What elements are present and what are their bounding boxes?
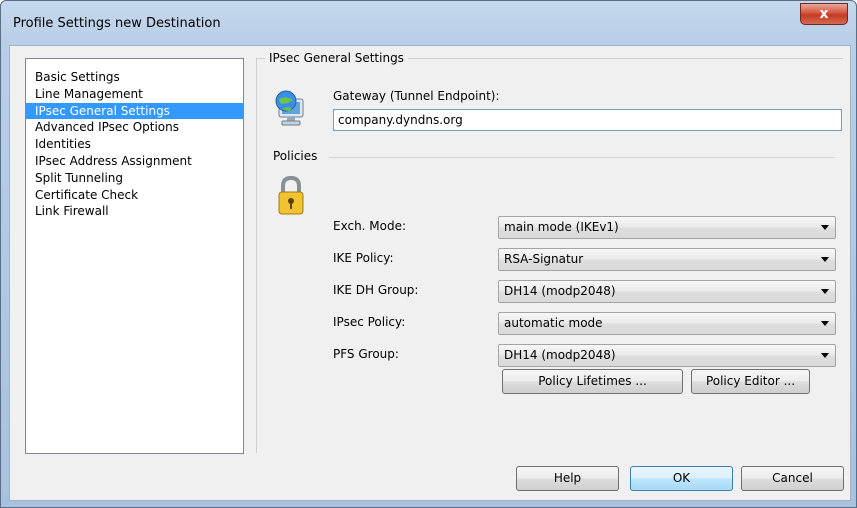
title-bar: Profile Settings new Destination x [1,1,856,41]
nav-item-basic-settings[interactable]: Basic Settings [26,69,243,86]
exch-mode-value: main mode (IKEv1) [504,220,619,234]
ike-policy-select[interactable]: RSA-Signatur [498,248,836,271]
ike-dh-group-select[interactable]: DH14 (modp2048) [498,280,836,303]
close-button[interactable]: x [800,3,848,25]
ok-button[interactable]: OK [630,466,733,491]
nav-item-ipsec-general-settings[interactable]: IPsec General Settings [26,102,243,120]
ike-policy-label: IKE Policy: [333,251,394,265]
pfs-group-label: PFS Group: [333,347,399,361]
policies-divider [329,157,835,158]
nav-item-advanced-ipsec-options[interactable]: Advanced IPsec Options [26,119,243,136]
pfs-group-value: DH14 (modp2048) [504,348,616,362]
policy-lifetimes-button[interactable]: Policy Lifetimes ... [502,369,683,394]
chevron-down-icon [821,225,829,230]
ike-dh-group-label: IKE DH Group: [333,283,419,297]
dialog-client-area: Basic Settings Line Management IPsec Gen… [9,45,851,501]
chevron-down-icon [821,353,829,358]
padlock-icon [278,175,304,215]
exch-mode-label: Exch. Mode: [333,219,407,233]
ike-dh-group-value: DH14 (modp2048) [504,284,616,298]
nav-item-split-tunneling[interactable]: Split Tunneling [26,170,243,187]
chevron-down-icon [821,257,829,262]
ipsec-policy-select[interactable]: automatic mode [498,312,836,335]
ipsec-general-settings-panel: IPsec General Settings Gateway (Tunnel E… [256,51,843,453]
gateway-input[interactable] [333,109,842,131]
ike-policy-value: RSA-Signatur [504,252,584,266]
section-title: IPsec General Settings [265,51,408,65]
chevron-down-icon [821,289,829,294]
settings-nav-list: Basic Settings Line Management IPsec Gen… [25,58,244,454]
nav-item-link-firewall[interactable]: Link Firewall [26,203,243,220]
chevron-down-icon [821,321,829,326]
globe-computer-icon [275,90,304,126]
window-title: Profile Settings new Destination [13,16,221,31]
nav-item-identities[interactable]: Identities [26,136,243,153]
exch-mode-select[interactable]: main mode (IKEv1) [498,216,836,239]
help-button[interactable]: Help [516,466,619,491]
ipsec-policy-value: automatic mode [504,316,603,330]
nav-item-ipsec-address-assignment[interactable]: IPsec Address Assignment [26,153,243,170]
policy-editor-button[interactable]: Policy Editor ... [691,369,810,394]
profile-settings-dialog: Profile Settings new Destination x Basic… [0,0,857,508]
gateway-label: Gateway (Tunnel Endpoint): [333,89,500,103]
pfs-group-select[interactable]: DH14 (modp2048) [498,344,836,367]
ipsec-policy-label: IPsec Policy: [333,315,406,329]
policies-title: Policies [273,149,318,163]
nav-item-line-management[interactable]: Line Management [26,86,243,103]
nav-item-certificate-check[interactable]: Certificate Check [26,187,243,204]
cancel-button[interactable]: Cancel [741,466,844,491]
